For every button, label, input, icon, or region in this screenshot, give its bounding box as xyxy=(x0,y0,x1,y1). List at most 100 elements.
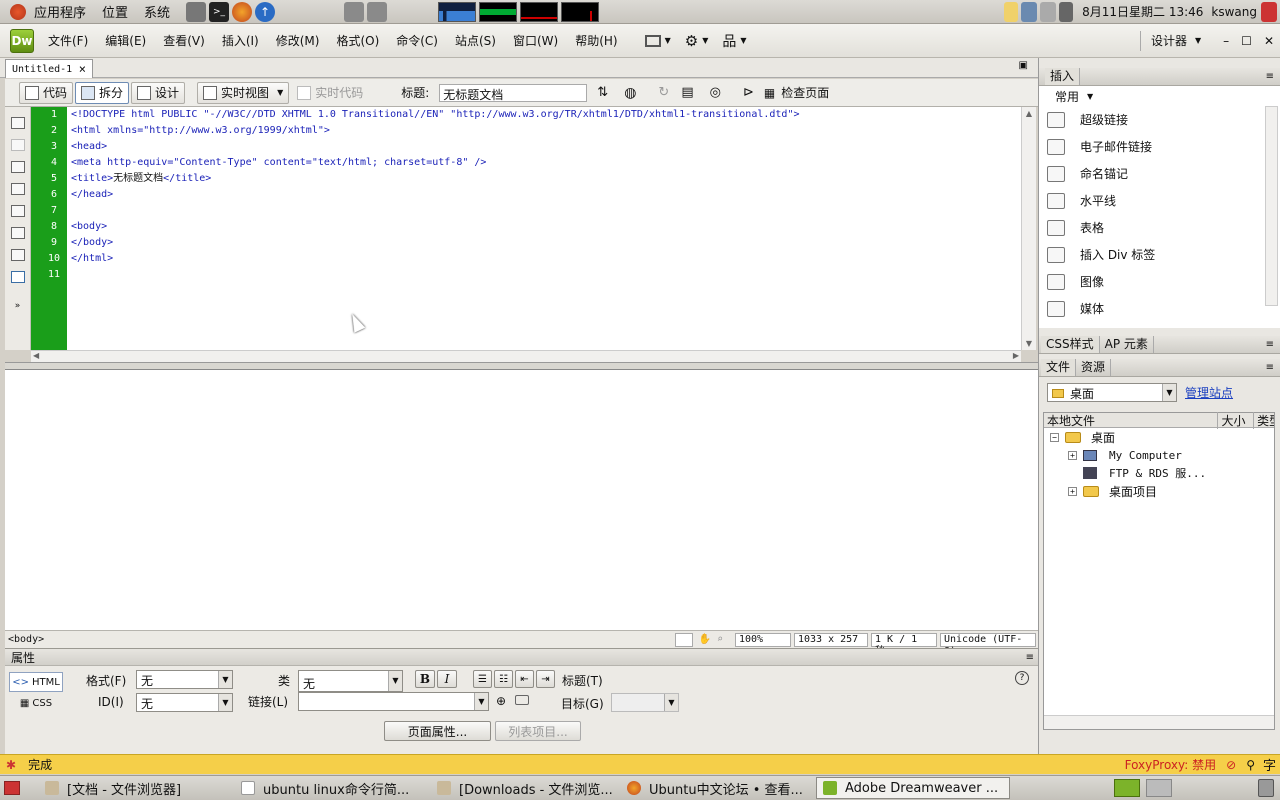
italic-button[interactable]: I xyxy=(437,670,457,688)
refresh-icon[interactable]: ↻ xyxy=(658,85,669,100)
panel-options-icon[interactable]: ≡ xyxy=(1266,339,1274,350)
check-page-button[interactable]: ▦ 检查页面 xyxy=(764,84,829,101)
menu-modify[interactable]: 修改(M) xyxy=(276,32,320,49)
help-icon[interactable]: ? xyxy=(1015,671,1029,685)
workspace-empty[interactable] xyxy=(1146,779,1172,797)
code-line[interactable]: <body> xyxy=(67,219,1021,235)
chevron-down-icon[interactable]: ▼ xyxy=(388,671,402,691)
chevron-down-icon[interactable]: ▼ xyxy=(277,88,283,97)
tree-item[interactable]: + My Computer xyxy=(1044,446,1274,464)
show-desktop-icon[interactable] xyxy=(4,781,20,795)
block-icon[interactable]: ⊘ xyxy=(1226,758,1236,772)
workspace-dw-icon[interactable] xyxy=(1114,779,1140,797)
class-select[interactable]: 无 ▼ xyxy=(298,670,403,692)
menu-view[interactable]: 查看(V) xyxy=(163,32,205,49)
tree-root[interactable]: − 桌面 xyxy=(1044,428,1274,446)
chevron-down-icon[interactable]: ▼ xyxy=(218,671,232,688)
select-parent-tag-icon[interactable] xyxy=(10,227,25,239)
design-view[interactable] xyxy=(5,370,1038,630)
chevron-down-icon[interactable]: ▼ xyxy=(474,693,488,710)
site-select[interactable]: 桌面 ▼ xyxy=(1047,382,1177,402)
input-method-icon[interactable]: 字 xyxy=(1263,755,1276,774)
design-view-button[interactable]: 设计 xyxy=(131,81,186,104)
code-line[interactable]: </head> xyxy=(67,187,1021,203)
restore-icon[interactable]: ▣ xyxy=(1019,60,1028,71)
close-tab-icon[interactable]: × xyxy=(79,62,86,76)
insert-image[interactable]: 图像 xyxy=(1039,268,1280,295)
insert-horizontal-rule[interactable]: 水平线 xyxy=(1039,187,1280,214)
open-documents-icon[interactable] xyxy=(10,117,25,129)
code-line[interactable]: <!DOCTYPE html PUBLIC "-//W3C//DTD XHTML… xyxy=(67,107,1021,123)
code-horizontal-scrollbar[interactable]: ◀ ▶ xyxy=(31,350,1021,362)
file-list-hscrollbar[interactable] xyxy=(1044,715,1274,729)
chevron-down-icon[interactable]: ▼ xyxy=(702,36,708,45)
code-line[interactable]: </html> xyxy=(67,251,1021,267)
manage-sites-link[interactable]: 管理站点 xyxy=(1185,384,1233,401)
files-panel-header[interactable]: 文件 资源 ≡ xyxy=(1039,359,1280,377)
insert-named-anchor[interactable]: 命名锚记 xyxy=(1039,160,1280,187)
balance-braces-icon[interactable] xyxy=(10,249,25,261)
files-tab[interactable]: 文件 xyxy=(1041,359,1077,376)
page-properties-button[interactable]: 页面属性... xyxy=(384,721,491,741)
format-select[interactable]: 无 ▼ xyxy=(136,670,233,689)
chevron-down-icon[interactable]: ▼ xyxy=(218,694,232,711)
code-view-button[interactable]: 代码 xyxy=(19,81,74,104)
assets-tab[interactable]: 资源 xyxy=(1076,359,1112,376)
scroll-left-icon[interactable]: ◀ xyxy=(33,351,39,360)
expand-icon[interactable]: + xyxy=(1068,486,1077,496)
expand-all-icon[interactable] xyxy=(10,205,25,217)
visual-aids-icon[interactable]: ◎ xyxy=(710,85,721,100)
screenshot-icon[interactable] xyxy=(186,1,207,22)
document-tab[interactable]: Untitled-1 × xyxy=(5,59,93,78)
scroll-down-icon[interactable]: ▼ xyxy=(1022,339,1036,348)
title-input[interactable]: 无标题文档 xyxy=(439,83,588,102)
view-options-icon[interactable]: ▤ xyxy=(681,85,693,100)
point-to-file-icon[interactable]: ⊕ xyxy=(496,694,506,708)
workspace-1-icon[interactable] xyxy=(344,1,365,22)
username[interactable]: kswang xyxy=(1211,5,1257,19)
code-line[interactable]: <html xmlns="http://www.w3.org/1999/xhtm… xyxy=(67,123,1021,139)
system-menu[interactable]: 系统 xyxy=(144,2,170,21)
preview-browser-icon[interactable]: ◍ xyxy=(624,85,636,101)
live-view-button[interactable]: 实时视图 ▼ xyxy=(197,81,290,104)
menu-commands[interactable]: 命令(C) xyxy=(396,32,438,49)
chevron-down-icon[interactable]: ▼ xyxy=(1162,383,1176,401)
insert-panel-scrollbar[interactable] xyxy=(1265,106,1278,306)
code-line[interactable] xyxy=(67,203,1021,219)
network-icon[interactable] xyxy=(1021,1,1038,22)
code-line[interactable]: <meta http-equiv="Content-Type" content=… xyxy=(67,155,1021,171)
taskbar-item[interactable]: [文档 - 文件浏览器] xyxy=(38,777,234,799)
bold-button[interactable]: B xyxy=(415,670,435,688)
firefox-icon[interactable] xyxy=(232,1,253,22)
workspace-2-icon[interactable] xyxy=(367,1,388,22)
insert-media[interactable]: 媒体 xyxy=(1039,295,1280,322)
insert-table[interactable]: 表格 xyxy=(1039,214,1280,241)
notes-icon[interactable] xyxy=(1004,1,1019,22)
scroll-right-icon[interactable]: ▶ xyxy=(1013,351,1019,360)
code-line[interactable]: <title>无标题文档</title> xyxy=(67,171,1021,187)
places-menu[interactable]: 位置 xyxy=(102,2,128,21)
indent-icon[interactable]: ⇥ xyxy=(536,670,555,688)
css-mode-button[interactable]: ▦ CSS xyxy=(9,694,63,712)
ubuntu-logo-icon[interactable] xyxy=(10,3,26,20)
taskbar-item[interactable]: [Downloads - 文件浏览... xyxy=(430,777,620,799)
clock[interactable]: 8月11日星期二 13:46 xyxy=(1082,3,1203,20)
code-line[interactable]: <head> xyxy=(67,139,1021,155)
update-icon[interactable]: ↑ xyxy=(255,1,276,22)
hand-tool-icon[interactable]: ✋ xyxy=(699,634,711,645)
search-icon[interactable]: ⚲ xyxy=(1246,758,1255,772)
chevron-down-icon[interactable]: ▼ xyxy=(740,36,746,45)
window-size[interactable]: 1033 x 257 xyxy=(794,632,868,647)
chevron-down-icon[interactable]: ▼ xyxy=(1195,36,1201,45)
css-styles-tab[interactable]: CSS样式 xyxy=(1041,336,1100,353)
validate-icon[interactable]: ⊳ xyxy=(743,85,754,100)
close-button[interactable]: ✕ xyxy=(1264,34,1274,48)
panel-options-icon[interactable]: ≡ xyxy=(1266,362,1274,373)
insert-category-select[interactable]: 常用 ▼ xyxy=(1039,86,1280,106)
menu-site[interactable]: 站点(S) xyxy=(455,32,496,49)
more-tools-icon[interactable]: » xyxy=(5,301,30,311)
css-panel-header[interactable]: CSS样式 AP 元素 ≡ xyxy=(1039,336,1280,354)
expand-icon[interactable]: + xyxy=(1068,450,1077,460)
outdent-icon[interactable]: ⇤ xyxy=(515,670,534,688)
menu-window[interactable]: 窗口(W) xyxy=(513,32,558,49)
